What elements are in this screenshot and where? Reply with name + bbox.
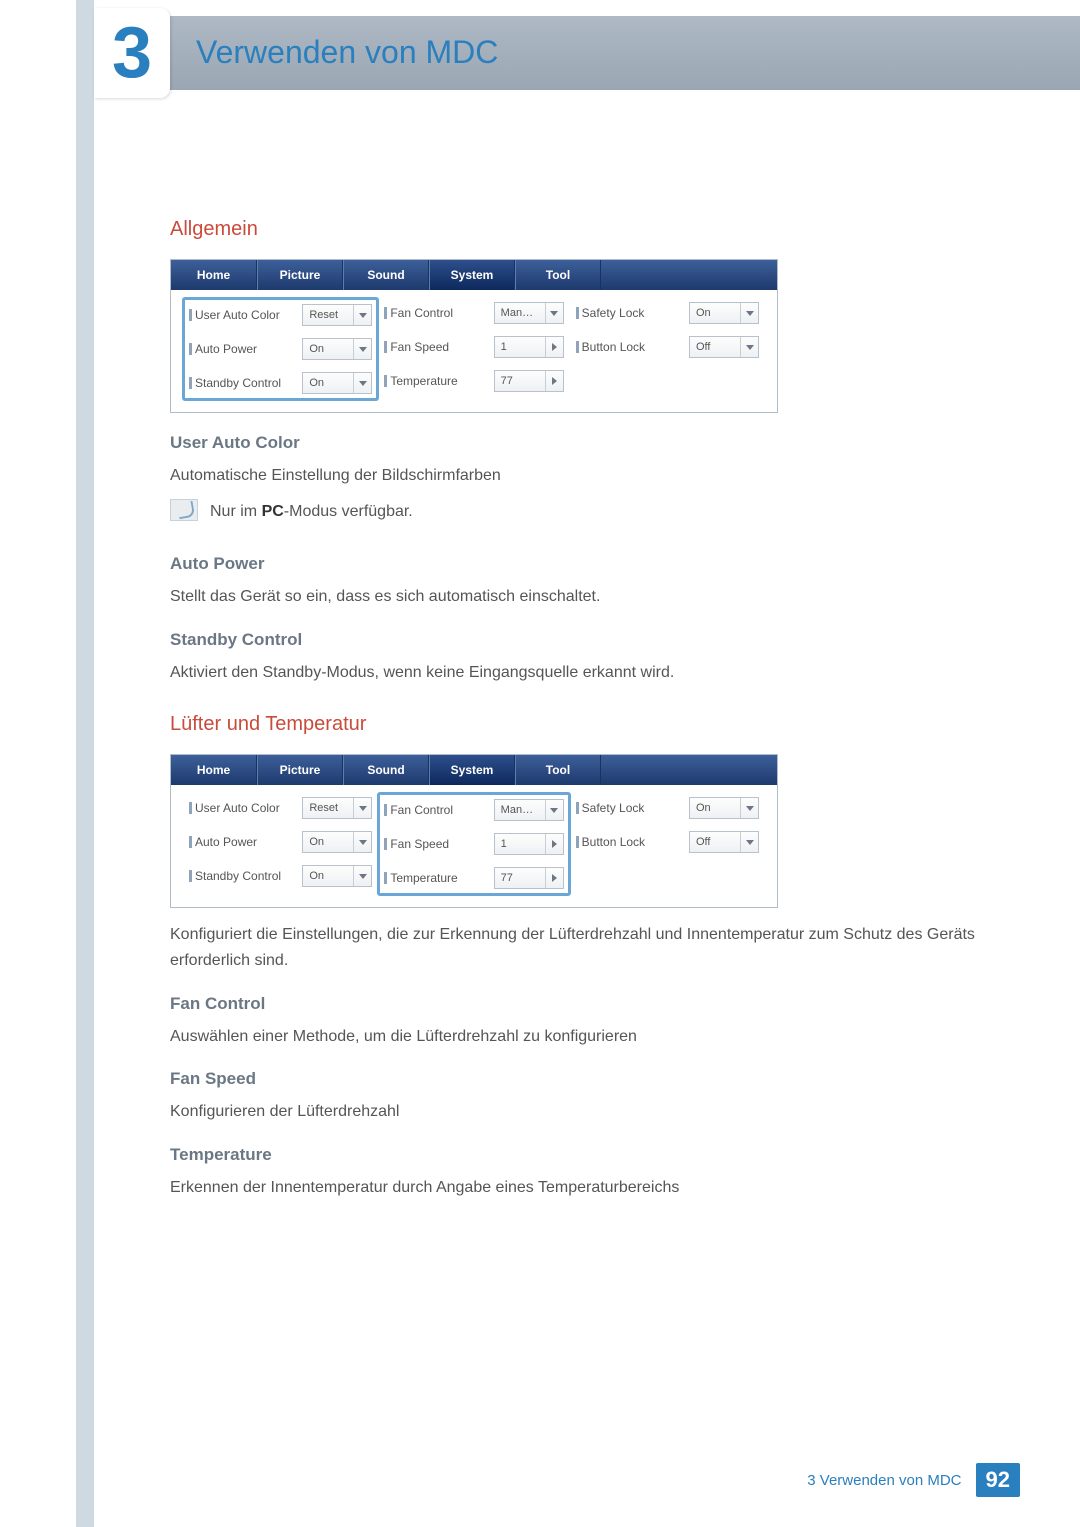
chevron-right-icon — [545, 371, 563, 391]
tab-home[interactable]: Home — [171, 755, 257, 785]
panel-tabs: Home Picture Sound System Tool — [171, 260, 777, 290]
dropdown-auto-power[interactable]: On — [302, 831, 372, 853]
tab-system[interactable]: System — [429, 260, 515, 290]
desc-fan-speed: Konfigurieren der Lüfterdrehzahl — [170, 1099, 1000, 1125]
chevron-down-icon — [740, 798, 758, 818]
chevron-down-icon — [353, 373, 371, 393]
chevron-right-icon — [545, 337, 563, 357]
label-temperature: Temperature — [390, 374, 457, 388]
section-heading-allgemein: Allgemein — [170, 218, 1000, 241]
page-number: 92 — [976, 1463, 1020, 1497]
tab-tool[interactable]: Tool — [515, 755, 601, 785]
footer-text: 3 Verwenden von MDC — [807, 1472, 961, 1489]
label-fan-speed: Fan Speed — [390, 340, 449, 354]
settings-panel-1: Home Picture Sound System Tool User Auto… — [170, 259, 778, 413]
tab-sound[interactable]: Sound — [343, 755, 429, 785]
chapter-number: 3 — [112, 17, 152, 89]
chevron-down-icon — [353, 305, 371, 325]
label-standby-control: Standby Control — [195, 376, 281, 390]
spinner-temperature[interactable]: 77 — [494, 370, 564, 392]
tab-tool[interactable]: Tool — [515, 260, 601, 290]
heading-fan-control: Fan Control — [170, 994, 1000, 1014]
tab-system[interactable]: System — [429, 755, 515, 785]
dropdown-safety-lock[interactable]: On — [689, 797, 759, 819]
page-side-stripe — [76, 0, 94, 1527]
section-heading-luefter: Lüfter und Temperatur — [170, 713, 1000, 736]
desc-standby-control: Aktiviert den Standby-Modus, wenn keine … — [170, 660, 1000, 686]
label-user-auto-color: User Auto Color — [195, 308, 280, 322]
tab-picture[interactable]: Picture — [257, 755, 343, 785]
desc-auto-power: Stellt das Gerät so ein, dass es sich au… — [170, 584, 1000, 610]
chevron-down-icon — [740, 303, 758, 323]
heading-standby-control: Standby Control — [170, 630, 1000, 650]
dropdown-button-lock[interactable]: Off — [689, 831, 759, 853]
label-safety-lock: Safety Lock — [582, 306, 645, 320]
chevron-down-icon — [740, 337, 758, 357]
dropdown-user-auto-color[interactable]: Reset — [302, 304, 372, 326]
heading-user-auto-color: User Auto Color — [170, 433, 1000, 453]
desc-fan-control: Auswählen einer Methode, um die Lüfterdr… — [170, 1024, 1000, 1050]
panel2-col3: Safety Lock On Button Lock Off — [570, 795, 765, 895]
tab-sound[interactable]: Sound — [343, 260, 429, 290]
dropdown-standby-control[interactable]: On — [302, 865, 372, 887]
panel1-col1-highlighted: User Auto Color Reset Auto Power On Stan… — [183, 298, 378, 400]
dropdown-fan-control[interactable]: Man… — [494, 799, 564, 821]
dropdown-auto-power[interactable]: On — [302, 338, 372, 360]
tab-picture[interactable]: Picture — [257, 260, 343, 290]
heading-auto-power: Auto Power — [170, 554, 1000, 574]
note-row: Nur im PC-Modus verfügbar. — [170, 499, 1000, 535]
chapter-badge: 3 — [94, 8, 170, 98]
desc-user-auto-color: Automatische Einstellung der Bildschirmf… — [170, 463, 1000, 489]
page-footer: 3 Verwenden von MDC 92 — [807, 1463, 1020, 1497]
spinner-temperature[interactable]: 77 — [494, 867, 564, 889]
chevron-down-icon — [353, 798, 371, 818]
panel1-col3: Safety Lock On Button Lock Off — [570, 300, 765, 400]
heading-fan-speed: Fan Speed — [170, 1069, 1000, 1089]
dropdown-user-auto-color[interactable]: Reset — [302, 797, 372, 819]
panel2-col1: User Auto Color Reset Auto Power On Stan… — [183, 795, 378, 895]
panel2-col2-highlighted: Fan Control Man… Fan Speed 1 Temperature… — [378, 793, 569, 895]
desc-luefter: Konfiguriert die Einstellungen, die zur … — [170, 922, 1000, 973]
note-text: Nur im PC-Modus verfügbar. — [210, 499, 413, 525]
chevron-down-icon — [545, 800, 563, 820]
tab-home[interactable]: Home — [171, 260, 257, 290]
spinner-fan-speed[interactable]: 1 — [494, 833, 564, 855]
chevron-down-icon — [353, 832, 371, 852]
dropdown-standby-control[interactable]: On — [302, 372, 372, 394]
panel1-col2: Fan Control Man… Fan Speed 1 Temperature… — [378, 300, 569, 400]
page-content: Allgemein Home Picture Sound System Tool… — [170, 190, 1000, 1210]
chevron-right-icon — [545, 834, 563, 854]
chevron-down-icon — [740, 832, 758, 852]
settings-panel-2: Home Picture Sound System Tool User Auto… — [170, 754, 778, 908]
note-icon — [170, 499, 198, 521]
heading-temperature: Temperature — [170, 1145, 1000, 1165]
chevron-right-icon — [545, 868, 563, 888]
spinner-fan-speed[interactable]: 1 — [494, 336, 564, 358]
dropdown-safety-lock[interactable]: On — [689, 302, 759, 324]
chevron-down-icon — [545, 303, 563, 323]
panel-tabs: Home Picture Sound System Tool — [171, 755, 777, 785]
dropdown-button-lock[interactable]: Off — [689, 336, 759, 358]
label-button-lock: Button Lock — [582, 340, 645, 354]
chevron-down-icon — [353, 339, 371, 359]
label-fan-control: Fan Control — [390, 306, 453, 320]
dropdown-fan-control[interactable]: Man… — [494, 302, 564, 324]
chevron-down-icon — [353, 866, 371, 886]
label-auto-power: Auto Power — [195, 342, 257, 356]
chapter-title: Verwenden von MDC — [196, 34, 498, 71]
desc-temperature: Erkennen der Innentemperatur durch Angab… — [170, 1175, 1000, 1201]
